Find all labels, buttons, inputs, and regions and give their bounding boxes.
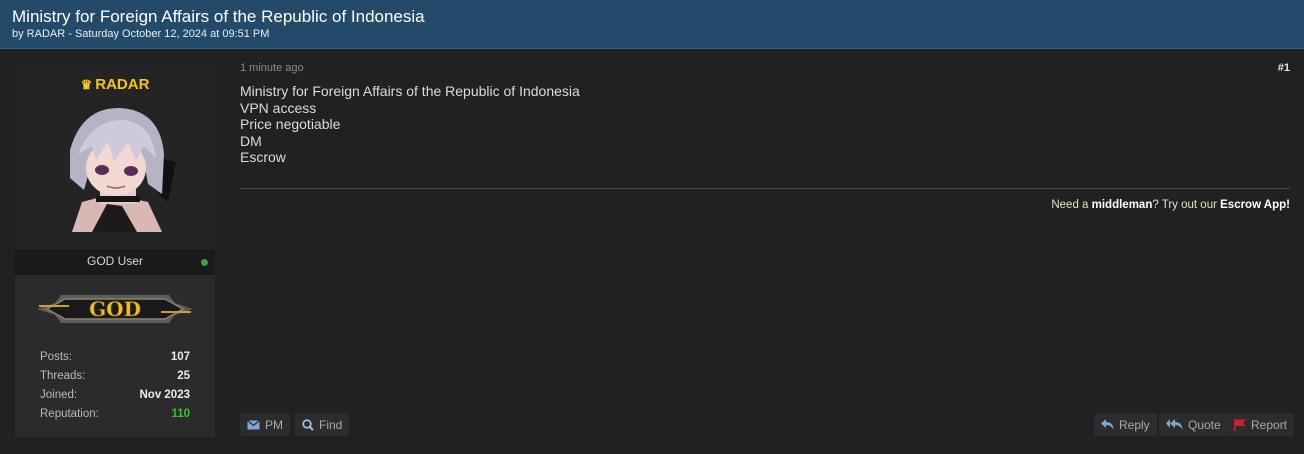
stat-posts: Posts: 107 bbox=[40, 351, 190, 367]
username-link[interactable]: ♛ RADAR bbox=[15, 76, 215, 93]
quote-reply-icon bbox=[1166, 419, 1183, 430]
post-date: 1 minute ago bbox=[240, 62, 304, 74]
author-stats-panel: GOD Posts: 107 Threads: 25 Joined: Nov 2… bbox=[15, 275, 215, 437]
signature-text: Need a bbox=[1051, 199, 1092, 211]
rank-badge-text: GOD bbox=[89, 297, 141, 321]
signature-divider bbox=[240, 188, 1290, 189]
search-icon bbox=[302, 418, 314, 431]
report-button-label: Report bbox=[1251, 417, 1288, 432]
user-title: GOD User bbox=[86, 254, 143, 268]
signature: Need a middleman? Try out our Escrow App… bbox=[1051, 199, 1290, 211]
report-button[interactable]: Report bbox=[1227, 413, 1295, 436]
stat-label: Joined: bbox=[40, 389, 78, 401]
rank-badge: GOD bbox=[37, 295, 193, 323]
escrow-app-link[interactable]: Escrow App bbox=[1220, 199, 1286, 211]
reply-icon bbox=[1101, 419, 1114, 430]
stat-reputation: Reputation: 110 bbox=[40, 408, 190, 424]
post-line: Escrow bbox=[240, 149, 286, 165]
user-title-bar: GOD User bbox=[15, 249, 215, 275]
reply-button-label: Reply bbox=[1119, 417, 1150, 432]
stat-value[interactable]: 107 bbox=[171, 351, 190, 363]
post-line: Ministry for Foreign Affairs of the Repu… bbox=[240, 83, 580, 99]
stat-value[interactable]: 25 bbox=[177, 370, 190, 382]
signature-text: ! bbox=[1286, 199, 1290, 211]
signature-text: ? Try out our bbox=[1152, 199, 1221, 211]
thread-title: Ministry for Foreign Affairs of the Repu… bbox=[12, 7, 425, 26]
quote-button-label: Quote bbox=[1188, 417, 1221, 432]
author-panel: ♛ RADAR GOD User GOD Posts: 107 Threads:… bbox=[15, 64, 215, 437]
author-profile: ♛ RADAR bbox=[15, 64, 215, 249]
pm-button[interactable]: PM bbox=[240, 413, 290, 436]
find-button-label: Find bbox=[319, 417, 343, 432]
reply-button[interactable]: Reply bbox=[1094, 413, 1157, 436]
stat-joined: Joined: Nov 2023 bbox=[40, 389, 190, 405]
crown-icon: ♛ bbox=[80, 77, 93, 92]
find-button[interactable]: Find bbox=[295, 413, 350, 436]
username: RADAR bbox=[95, 76, 150, 93]
quote-button[interactable]: Quote bbox=[1159, 413, 1228, 436]
post-number-link[interactable]: #1 bbox=[1278, 62, 1290, 74]
flag-icon bbox=[1234, 418, 1246, 431]
stat-label: Threads: bbox=[40, 370, 86, 382]
pm-button-label: PM bbox=[265, 417, 283, 432]
stat-value[interactable]: 110 bbox=[171, 408, 190, 420]
post-body: Ministry for Foreign Affairs of the Repu… bbox=[240, 83, 580, 166]
stat-label: Reputation: bbox=[40, 408, 99, 420]
middleman-link[interactable]: middleman bbox=[1092, 199, 1153, 211]
stat-label: Posts: bbox=[40, 351, 72, 363]
post: ♛ RADAR GOD User GOD Posts: 107 Threads:… bbox=[0, 49, 1304, 454]
online-status-icon bbox=[201, 259, 208, 266]
thread-header: Ministry for Foreign Affairs of the Repu… bbox=[0, 0, 1304, 49]
avatar[interactable] bbox=[52, 102, 178, 232]
envelope-icon bbox=[247, 419, 260, 429]
stat-value: Nov 2023 bbox=[139, 389, 190, 401]
post-line: DM bbox=[240, 132, 262, 149]
post-line: Price negotiable bbox=[240, 116, 341, 132]
stat-threads: Threads: 25 bbox=[40, 370, 190, 386]
thread-meta: by RADAR - Saturday October 12, 2024 at … bbox=[12, 28, 270, 40]
post-line: VPN access bbox=[240, 99, 317, 116]
